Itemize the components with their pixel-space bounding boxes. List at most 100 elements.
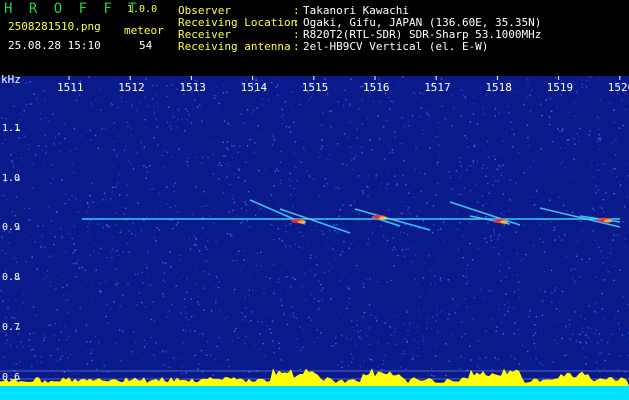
noise-dot (308, 99, 311, 101)
noise-dot (371, 231, 373, 233)
noise-dot (607, 271, 609, 273)
noise-dot (615, 176, 618, 178)
noise-dot (621, 99, 623, 102)
noise-dot (407, 120, 410, 123)
noise-dot (505, 172, 507, 174)
noise-dot (45, 315, 48, 317)
noise-dot (11, 347, 13, 349)
noise-dot (425, 354, 427, 356)
noise-dot (306, 170, 308, 172)
noise-dot (411, 261, 413, 263)
noise-dot (303, 192, 306, 194)
noise-dot (43, 166, 45, 168)
noise-dot (310, 214, 312, 216)
noise-dot (271, 82, 273, 84)
noise-dot (352, 168, 354, 171)
noise-dot (181, 373, 183, 375)
noise-dot (455, 140, 457, 142)
noise-dot (56, 309, 58, 311)
noise-dot (439, 279, 442, 281)
noise-dot (112, 186, 114, 188)
noise-dot (359, 232, 361, 234)
noise-dot (314, 341, 316, 343)
noise-dot (558, 235, 560, 238)
noise-dot (585, 252, 588, 254)
noise-dot (577, 92, 579, 95)
meteor-count: 54 (139, 39, 153, 52)
noise-dot (215, 285, 217, 288)
noise-dot (613, 279, 615, 282)
noise-dot (393, 265, 395, 267)
noise-dot (289, 172, 291, 175)
noise-dot (273, 109, 275, 111)
noise-dot (421, 267, 424, 270)
noise-dot (496, 247, 499, 249)
noise-dot (527, 274, 529, 276)
noise-dot (63, 371, 66, 373)
noise-dot (30, 103, 33, 105)
noise-dot (585, 79, 588, 82)
noise-dot (150, 336, 152, 339)
noise-dot (175, 109, 178, 111)
noise-dot (317, 300, 320, 302)
noise-dot (582, 108, 585, 110)
noise-dot (390, 280, 393, 283)
noise-dot (549, 117, 551, 120)
noise-dot (226, 337, 228, 339)
noise-dot (116, 282, 119, 284)
noise-dot (182, 329, 185, 331)
noise-dot (309, 254, 312, 256)
noise-dot (125, 145, 127, 147)
noise-dot (358, 213, 361, 215)
noise-dot (241, 312, 243, 314)
noise-dot (365, 340, 368, 343)
noise-dot (526, 78, 529, 81)
noise-dot (350, 259, 352, 262)
noise-dot (156, 227, 158, 229)
noise-dot (68, 121, 71, 124)
noise-dot (247, 224, 249, 226)
noise-dot (488, 192, 490, 194)
noise-dot (206, 248, 208, 250)
noise-dot (271, 340, 274, 342)
noise-dot (284, 276, 286, 279)
noise-dot (283, 312, 285, 314)
noise-dot (571, 267, 573, 270)
noise-dot (546, 363, 548, 365)
noise-dot (246, 145, 249, 147)
noise-dot (347, 364, 350, 367)
noise-dot (427, 237, 429, 239)
noise-dot (103, 365, 106, 367)
noise-dot (37, 362, 39, 364)
noise-dot (526, 124, 528, 126)
noise-dot (422, 141, 425, 143)
noise-dot (443, 240, 445, 243)
noise-dot (310, 96, 313, 98)
noise-dot (47, 324, 49, 327)
noise-dot (622, 220, 625, 223)
noise-dot (416, 215, 418, 217)
noise-dot (588, 305, 590, 307)
noise-dot (325, 216, 327, 218)
noise-dot (148, 252, 150, 254)
noise-dot (45, 152, 47, 154)
noise-dot (393, 201, 395, 203)
noise-dot (485, 216, 487, 218)
noise-dot (283, 119, 285, 121)
noise-dot (561, 337, 563, 340)
noise-dot (198, 333, 201, 336)
noise-dot (544, 237, 546, 239)
noise-dot (580, 131, 582, 133)
noise-dot (169, 79, 172, 81)
noise-dot (206, 120, 208, 122)
noise-dot (264, 354, 266, 357)
noise-dot (401, 212, 403, 215)
noise-dot (583, 235, 586, 237)
noise-dot (455, 170, 457, 172)
noise-dot (459, 176, 462, 178)
noise-dot (613, 109, 615, 111)
noise-dot (197, 368, 199, 370)
noise-dot (420, 190, 422, 192)
noise-dot (468, 127, 470, 129)
noise-dot (334, 230, 336, 232)
